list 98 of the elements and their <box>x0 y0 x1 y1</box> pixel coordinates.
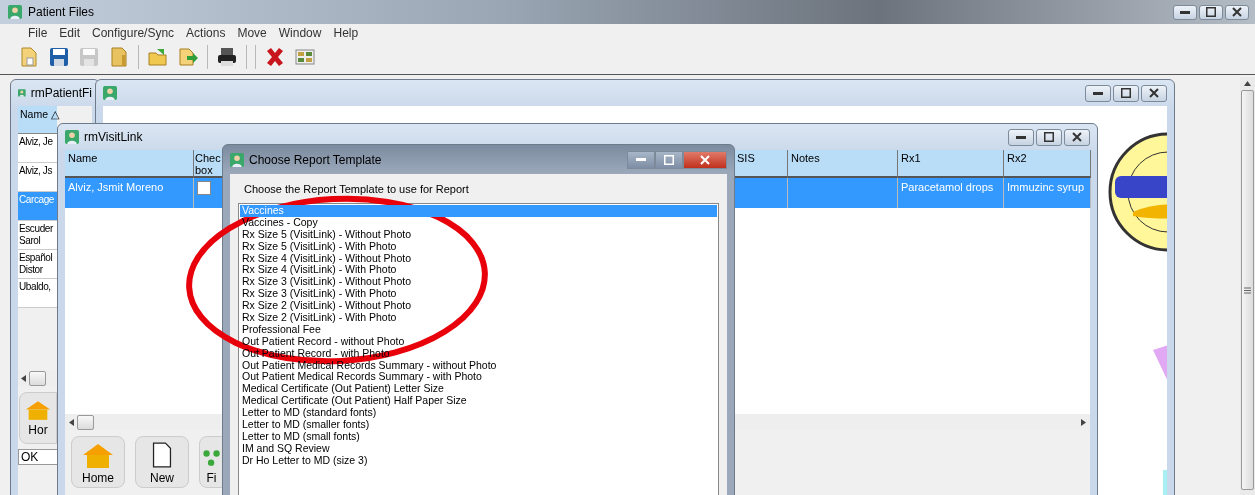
list-item[interactable]: Rx Size 3 (VisitLink) - Without Photo <box>240 276 414 289</box>
folder-icon <box>108 46 130 68</box>
menu-item[interactable]: Actions <box>180 26 232 40</box>
minimize-icon <box>1093 91 1103 95</box>
menu-item[interactable]: Window <box>272 26 328 40</box>
dots-icon <box>201 449 222 469</box>
maximize-icon <box>1206 7 1216 17</box>
list-item[interactable]: Out Patient Medical Records Summary - with Photo <box>240 371 484 384</box>
cross-icon <box>264 46 286 68</box>
document-arrow-icon <box>177 46 199 68</box>
minimize-button[interactable] <box>1008 128 1034 146</box>
minimize-icon <box>1180 10 1190 14</box>
list-item[interactable]: Rx Size 4 (VisitLink) - With Photo <box>240 264 399 277</box>
arrow-left-icon[interactable] <box>69 418 74 426</box>
person-icon <box>65 130 79 144</box>
scroll-thumb[interactable] <box>77 414 94 430</box>
page-icon <box>151 441 173 469</box>
arrow-left-icon[interactable] <box>21 374 26 382</box>
house-icon <box>24 399 52 421</box>
minimize-button[interactable] <box>1173 4 1197 20</box>
list-item[interactable]: Medical Certificate (Out Patient) Half Paper Size <box>240 395 469 408</box>
person-icon <box>8 5 22 19</box>
table-cell: Paracetamol drops <box>898 178 1004 208</box>
list-item[interactable]: Out Patient Record - without Photo <box>240 335 407 348</box>
house-icon <box>81 443 115 469</box>
arrow-right-icon[interactable] <box>1081 418 1086 426</box>
maximize-button[interactable] <box>1036 128 1062 146</box>
table-row[interactable]: Español Distor <box>18 250 57 279</box>
person-icon <box>230 152 244 167</box>
list-item[interactable]: Rx Size 5 (VisitLink) - Without Photo <box>240 228 414 241</box>
arrow-up-icon[interactable] <box>1244 81 1251 86</box>
person-icon <box>103 86 117 100</box>
prompt-label: Choose the Report Template to use for Report <box>243 182 470 197</box>
close-icon <box>1149 88 1159 98</box>
list-item[interactable]: Rx Size 3 (VisitLink) - With Photo <box>240 288 399 301</box>
list-item[interactable]: Professional Fee <box>240 323 323 336</box>
table-row[interactable]: Alviz, Js <box>18 163 57 192</box>
table-cell: Immuzinc syrup <box>1004 178 1091 208</box>
column-header[interactable]: Rx1 <box>898 150 1004 178</box>
window-title: Patient Files <box>28 5 95 19</box>
list-item[interactable]: IM and SQ Review <box>240 442 332 455</box>
list-item[interactable]: Rx Size 5 (VisitLink) - With Photo <box>240 240 399 253</box>
list-item[interactable]: Rx Size 2 (VisitLink) - With Photo <box>240 312 399 324</box>
list-item[interactable]: Letter to MD (small fonts) <box>240 430 362 443</box>
window-title: rmPatientFi <box>30 86 92 100</box>
close-icon <box>1072 132 1082 142</box>
close-button[interactable] <box>683 150 727 169</box>
column-header[interactable]: Notes <box>788 150 898 178</box>
close-button[interactable] <box>1225 4 1249 20</box>
menu-item[interactable]: Help <box>327 26 365 40</box>
list-item[interactable]: Dr Ho Letter to MD (size 3) <box>240 454 370 467</box>
list-item[interactable]: Letter to MD (smaller fonts) <box>240 419 372 431</box>
list-item[interactable]: Vaccines - Copy <box>240 216 320 229</box>
menu-item[interactable]: Move <box>231 26 273 40</box>
person-icon <box>18 86 26 100</box>
checkbox[interactable] <box>197 181 211 195</box>
new-button[interactable]: New <box>135 436 189 488</box>
table-cell <box>734 178 788 208</box>
folder-arrow-icon <box>147 46 169 68</box>
home-button[interactable]: Hor <box>19 392 57 444</box>
maximize-icon <box>1121 88 1131 98</box>
menu-item[interactable]: Edit <box>53 26 87 40</box>
menu-item[interactable]: Configure/Sync <box>86 26 181 40</box>
maximize-button[interactable] <box>1199 4 1223 20</box>
column-header[interactable]: Rx2 <box>1004 150 1091 178</box>
close-button[interactable] <box>1064 128 1090 146</box>
grip-icon <box>1244 286 1251 294</box>
window-title: rmVisitLink <box>84 130 143 144</box>
column-header[interactable]: SIS <box>734 150 788 178</box>
scroll-thumb[interactable] <box>29 370 46 386</box>
maximize-icon <box>1044 132 1054 142</box>
minimize-icon <box>636 158 646 161</box>
find-button[interactable]: Fi <box>199 436 224 488</box>
close-icon <box>1232 7 1242 17</box>
document-icon <box>18 46 40 68</box>
table-cell: Alviz, Jsmit Moreno <box>65 178 194 208</box>
column-header[interactable]: Name △ <box>18 106 57 134</box>
table-row[interactable]: Escuder Sarol <box>18 221 57 250</box>
scroll-thumb[interactable] <box>1241 90 1254 490</box>
home-button[interactable]: Home <box>71 436 125 488</box>
menu-item[interactable]: File <box>22 26 54 40</box>
table-row[interactable]: Ubaldo, <box>18 279 57 308</box>
close-button[interactable] <box>1141 84 1167 102</box>
minimize-icon <box>1016 135 1026 139</box>
list-item[interactable]: Medical Certificate (Out Patient) Letter Size <box>240 383 446 396</box>
list-item[interactable]: Rx Size 2 (VisitLink) - Without Photo <box>240 300 414 312</box>
minimize-button[interactable] <box>1085 84 1111 102</box>
maximize-button[interactable] <box>1113 84 1139 102</box>
printer-icon <box>216 46 238 68</box>
grid-icon <box>294 46 316 68</box>
list-item[interactable]: Rx Size 4 (VisitLink) - Without Photo <box>240 252 414 265</box>
close-icon <box>700 154 710 165</box>
dialog-title: Choose Report Template <box>249 152 382 167</box>
table-row[interactable]: Alviz, Je <box>18 134 57 163</box>
status-field: OK <box>18 449 57 465</box>
maximize-icon <box>664 154 674 165</box>
list-item[interactable]: Letter to MD (standard fonts) <box>240 407 379 420</box>
column-header[interactable]: Name <box>65 150 194 178</box>
